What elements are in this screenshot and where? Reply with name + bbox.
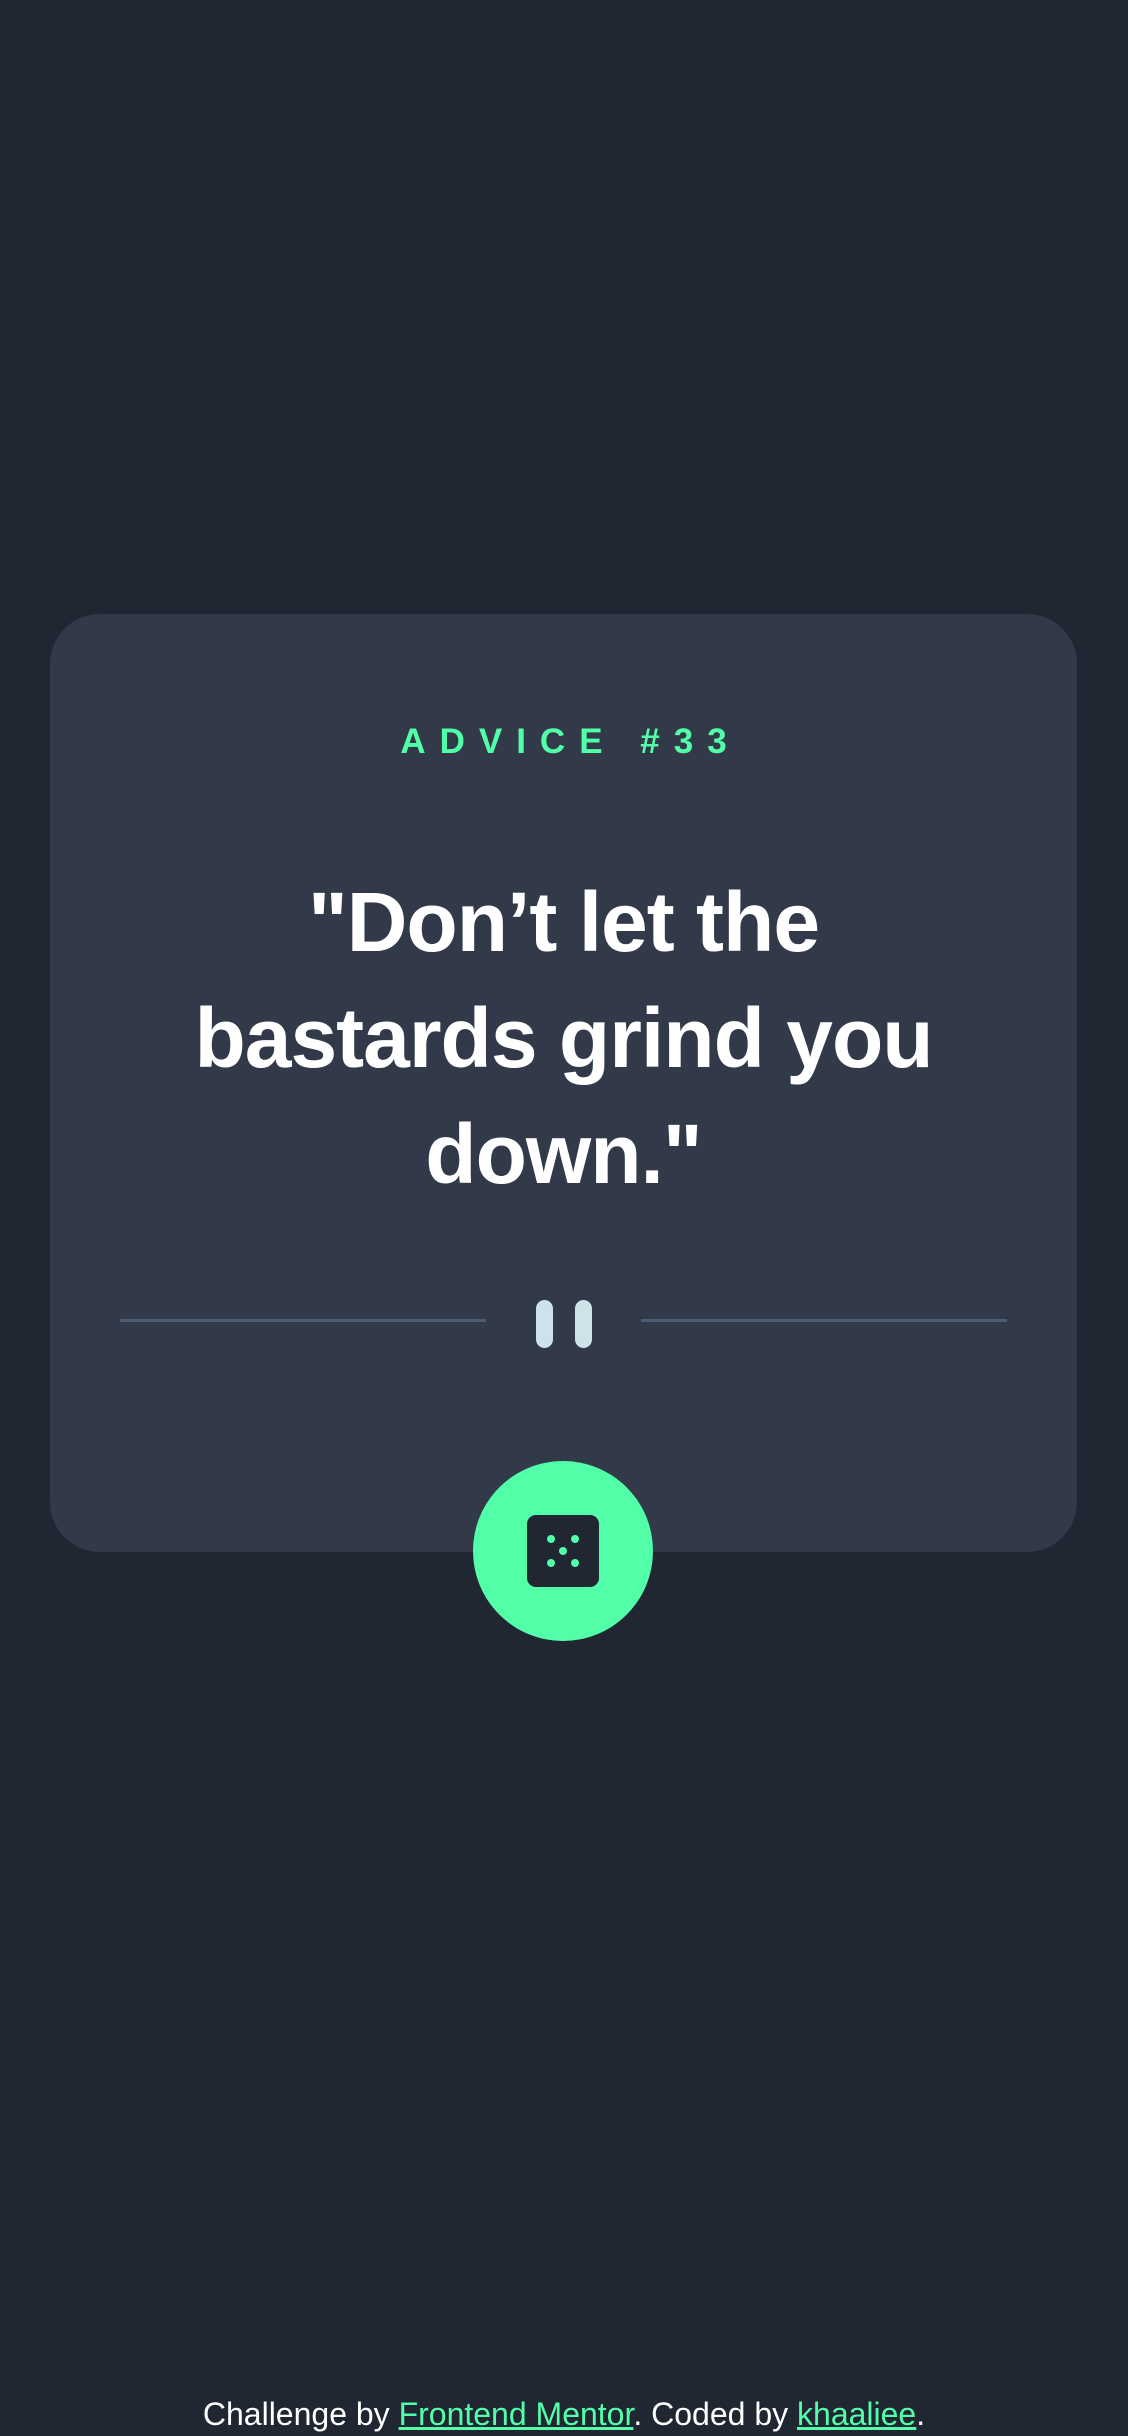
advice-id: ADVICE #33 bbox=[400, 722, 741, 761]
divider-line-left bbox=[120, 1319, 486, 1322]
advice-card: ADVICE #33 "Don’t let the bastards grind… bbox=[50, 614, 1077, 1552]
footer-suffix: . bbox=[916, 2396, 926, 2432]
footer-middle: . Coded by bbox=[633, 2396, 798, 2432]
footer: Challenge by Frontend Mentor. Coded by k… bbox=[0, 2396, 1128, 2433]
divider-line-right bbox=[641, 1319, 1007, 1322]
advice-quote: "Don’t let the bastards grind you down." bbox=[194, 875, 933, 1201]
footer-prefix: Challenge by bbox=[202, 2396, 399, 2432]
frontend-mentor-link[interactable]: Frontend Mentor bbox=[399, 2396, 634, 2432]
new-advice-button[interactable] bbox=[473, 1461, 653, 1641]
author-link[interactable]: khaaliee bbox=[797, 2396, 916, 2432]
dice-icon bbox=[527, 1515, 599, 1587]
divider bbox=[120, 1300, 1007, 1348]
pause-icon bbox=[534, 1300, 594, 1348]
